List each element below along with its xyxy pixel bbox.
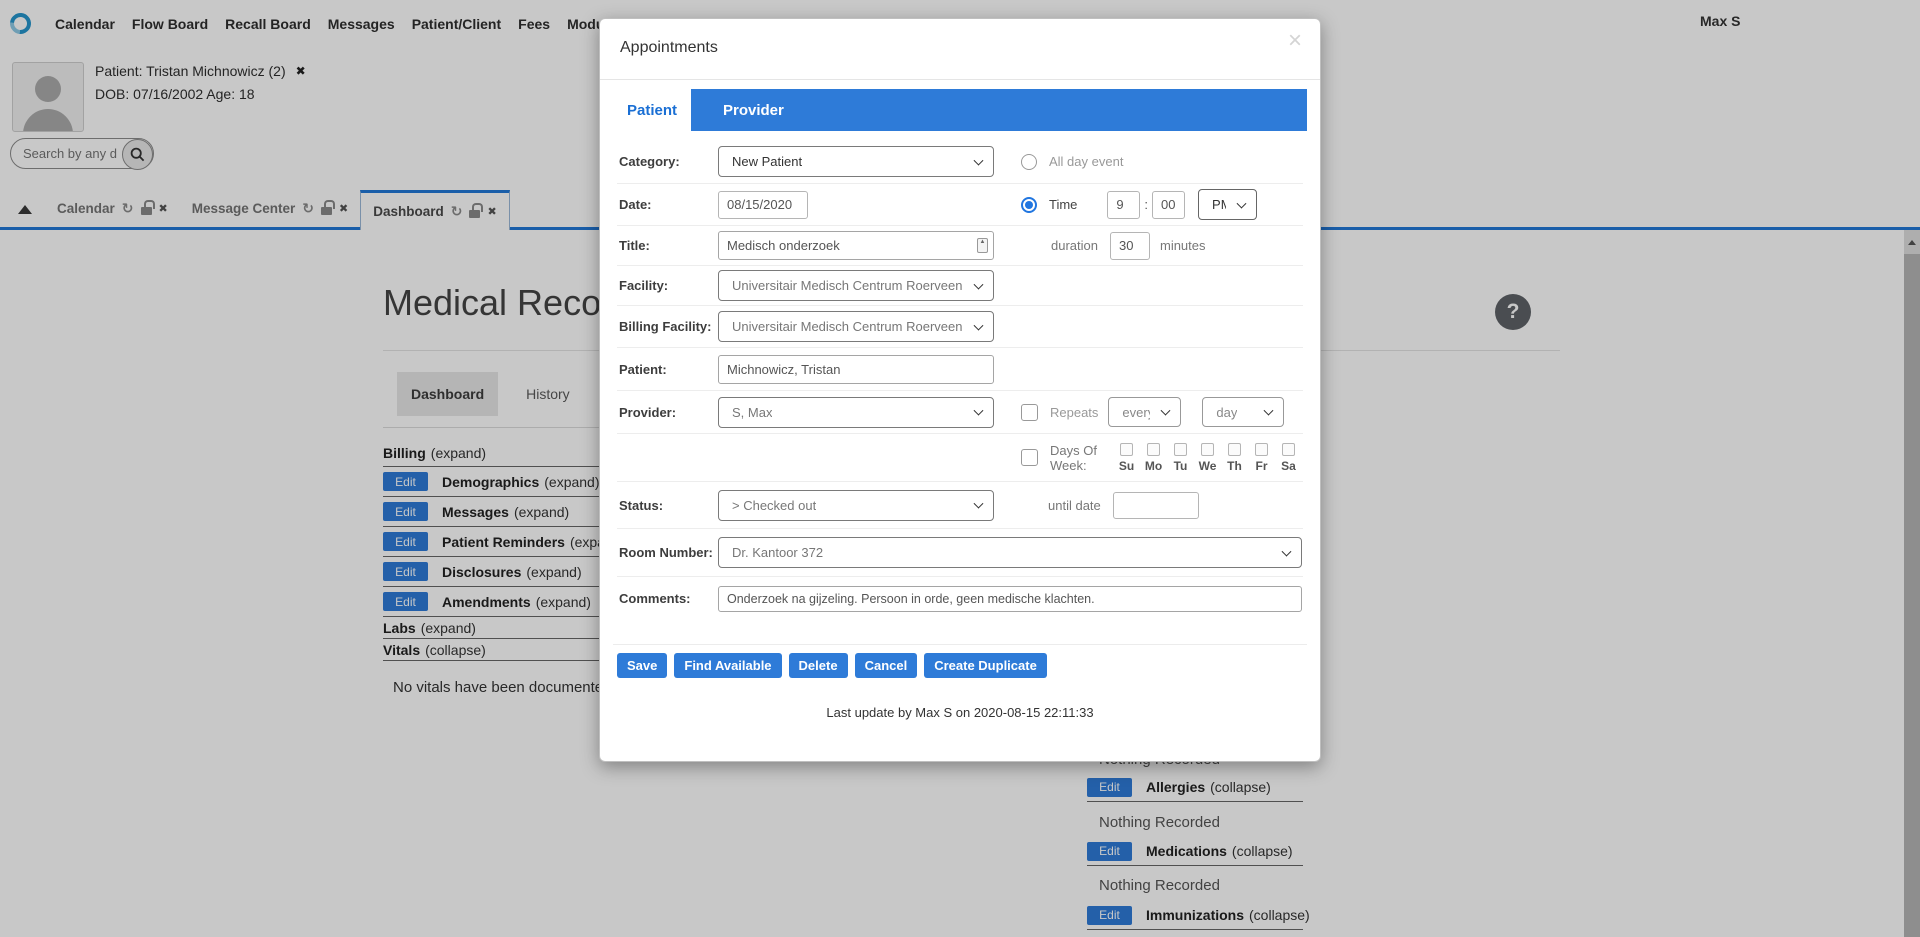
chevron-down-icon bbox=[1282, 546, 1292, 556]
chevron-down-icon bbox=[974, 155, 984, 165]
patient-input[interactable] bbox=[718, 355, 994, 384]
title-input[interactable] bbox=[718, 231, 994, 260]
comments-row: Comments: bbox=[617, 577, 1303, 620]
date-row: Date: Time : PM bbox=[617, 184, 1303, 226]
provider-select[interactable]: S, Max bbox=[718, 397, 994, 428]
chevron-down-icon bbox=[974, 279, 984, 289]
patient-row: Patient: bbox=[617, 348, 1303, 391]
all-day-radio[interactable] bbox=[1021, 154, 1037, 170]
status-row: Status: > Checked out until date bbox=[617, 482, 1303, 529]
cancel-button[interactable]: Cancel bbox=[855, 653, 918, 678]
last-update-text: Last update by Max S on 2020-08-15 22:11… bbox=[617, 705, 1303, 720]
status-select[interactable]: > Checked out bbox=[718, 490, 994, 521]
until-date-input[interactable] bbox=[1113, 492, 1199, 519]
chevron-down-icon bbox=[1161, 406, 1171, 416]
day-fr: Fr bbox=[1248, 443, 1275, 473]
day-mo: Mo bbox=[1140, 443, 1167, 473]
create-duplicate-button[interactable]: Create Duplicate bbox=[924, 653, 1047, 678]
tab-provider[interactable]: Provider bbox=[691, 89, 816, 131]
date-input[interactable] bbox=[718, 191, 808, 219]
chevron-down-icon bbox=[1237, 198, 1247, 208]
day-checkbox[interactable] bbox=[1255, 443, 1268, 456]
facility-select[interactable]: Universitair Medisch Centrum Roerveen bbox=[718, 270, 994, 301]
title-row: Title: ▲ duration minutes bbox=[617, 226, 1303, 266]
divider bbox=[613, 644, 1307, 645]
day-we: We bbox=[1194, 443, 1221, 473]
find-available-button[interactable]: Find Available bbox=[674, 653, 781, 678]
appointment-form: Category: New Patient All day event Date… bbox=[613, 140, 1307, 720]
app-window: Calendar Flow Board Recall Board Message… bbox=[0, 0, 1920, 937]
day-su: Su bbox=[1113, 443, 1140, 473]
autocomplete-spinner-icon[interactable]: ▲ bbox=[977, 238, 988, 253]
day-checkbox[interactable] bbox=[1120, 443, 1133, 456]
facility-row: Facility: Universitair Medisch Centrum R… bbox=[617, 266, 1303, 306]
day-tu: Tu bbox=[1167, 443, 1194, 473]
day-checkbox[interactable] bbox=[1282, 443, 1295, 456]
day-sa: Sa bbox=[1275, 443, 1302, 473]
billing-facility-row: Billing Facility: Universitair Medisch C… bbox=[617, 306, 1303, 348]
time-radio[interactable] bbox=[1021, 197, 1037, 213]
dialog-tab-bar: Patient Provider bbox=[613, 89, 1307, 131]
provider-row: Provider: S, Max Repeats every day bbox=[617, 391, 1303, 434]
day-th: Th bbox=[1221, 443, 1248, 473]
room-number-row: Room Number: Dr. Kantoor 372 bbox=[617, 529, 1303, 577]
chevron-down-icon bbox=[974, 499, 984, 509]
delete-button[interactable]: Delete bbox=[789, 653, 848, 678]
chevron-down-icon bbox=[974, 320, 984, 330]
day-checkbox[interactable] bbox=[1174, 443, 1187, 456]
minute-input[interactable] bbox=[1152, 191, 1185, 219]
comments-input[interactable] bbox=[718, 586, 1302, 612]
dialog-buttons: Save Find Available Delete Cancel Create… bbox=[617, 653, 1303, 678]
chevron-down-icon bbox=[1264, 406, 1274, 416]
tab-patient[interactable]: Patient bbox=[613, 89, 691, 131]
duration-input[interactable] bbox=[1110, 232, 1150, 260]
repeat-every-select[interactable]: every bbox=[1108, 397, 1181, 427]
save-button[interactable]: Save bbox=[617, 653, 667, 678]
dialog-close-icon[interactable]: × bbox=[1288, 29, 1302, 53]
day-checkbox[interactable] bbox=[1228, 443, 1241, 456]
days-of-week-label: Days Of bbox=[1050, 443, 1108, 458]
appointments-dialog: Appointments × Patient Provider Category… bbox=[599, 18, 1321, 762]
dialog-header: Appointments × bbox=[600, 19, 1320, 80]
billing-facility-select[interactable]: Universitair Medisch Centrum Roerveen bbox=[718, 311, 994, 342]
room-number-select[interactable]: Dr. Kantoor 372 bbox=[718, 537, 1302, 568]
days-of-week-checkbox[interactable] bbox=[1021, 449, 1038, 466]
days-of-week-row: Days Of Week: Su Mo T bbox=[617, 434, 1303, 482]
repeats-checkbox[interactable] bbox=[1021, 404, 1038, 421]
repeat-unit-select[interactable]: day bbox=[1202, 397, 1284, 427]
ampm-select[interactable]: PM bbox=[1198, 189, 1257, 220]
category-row: Category: New Patient All day event bbox=[617, 140, 1303, 184]
dialog-title: Appointments bbox=[620, 39, 1300, 57]
days-of-week-label: Week: bbox=[1050, 458, 1108, 473]
day-checkbox[interactable] bbox=[1201, 443, 1214, 456]
category-select[interactable]: New Patient bbox=[718, 146, 994, 177]
hour-input[interactable] bbox=[1107, 191, 1140, 219]
day-checkbox[interactable] bbox=[1147, 443, 1160, 456]
chevron-down-icon bbox=[974, 406, 984, 416]
